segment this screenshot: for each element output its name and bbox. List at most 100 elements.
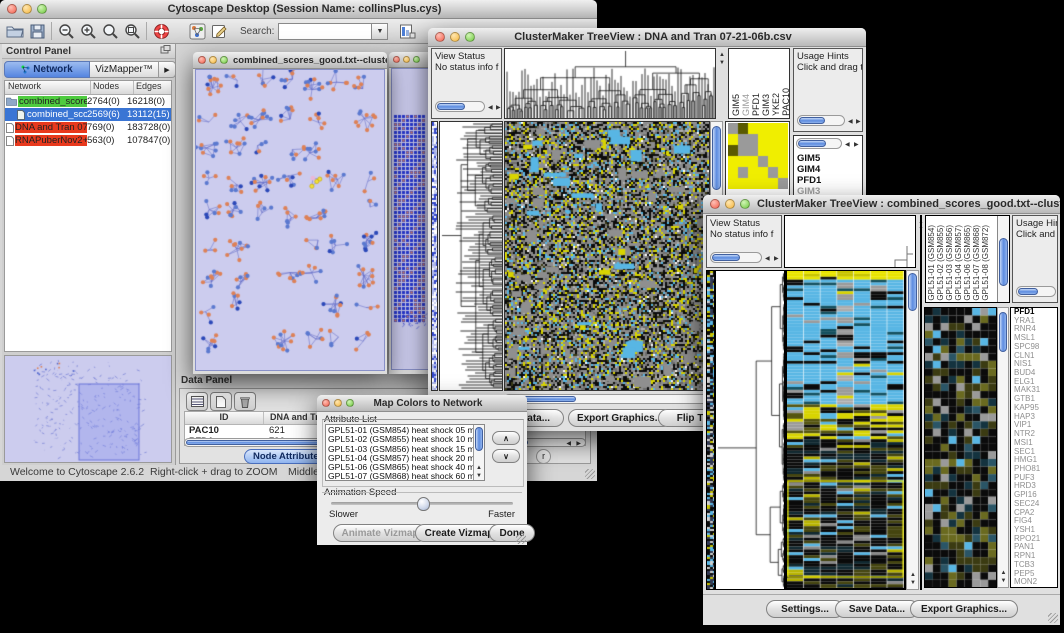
tv1-gene-scrollbar[interactable] bbox=[796, 138, 842, 149]
col-label[interactable]: GPL51-06 (GSM865) bbox=[963, 225, 972, 301]
tv1-summary-matrix[interactable] bbox=[728, 123, 788, 189]
minimize-icon[interactable] bbox=[725, 199, 735, 209]
col-label[interactable]: GIM5 bbox=[731, 94, 741, 116]
close-icon[interactable] bbox=[198, 56, 206, 64]
col-label[interactable]: GPL51-01 (GSM854) bbox=[927, 225, 936, 301]
annotation-icon[interactable] bbox=[208, 21, 230, 41]
col-label[interactable]: GPL51-08 (GSM872) bbox=[981, 225, 990, 301]
tv2-labels-vscrollbar[interactable] bbox=[997, 216, 1009, 302]
move-up-button[interactable]: ∧ bbox=[492, 431, 520, 445]
zoom-window-icon[interactable] bbox=[220, 56, 228, 64]
dialog-titlebar[interactable]: Map Colors to Network bbox=[317, 395, 527, 412]
zoom-window-icon[interactable] bbox=[465, 32, 475, 42]
delete-attribute-icon[interactable] bbox=[234, 392, 256, 411]
col-label[interactable]: GPL51-04 (GSM857) bbox=[954, 225, 963, 301]
attribute-browser-icon[interactable] bbox=[396, 21, 418, 41]
animate-vizmap-button[interactable]: Animate Vizmap bbox=[333, 524, 427, 542]
scroll-left-icon[interactable]: ◀ bbox=[488, 105, 493, 111]
tv1-row-dendrogram[interactable] bbox=[439, 121, 503, 391]
tv2-global-strip[interactable] bbox=[706, 270, 715, 590]
tv1-status-scrollbar[interactable] bbox=[435, 101, 485, 112]
tv1-heatmap[interactable] bbox=[504, 121, 710, 391]
data-col-id[interactable]: ID bbox=[185, 412, 264, 424]
scrollbar-thumb[interactable] bbox=[475, 427, 483, 451]
float-panel-icon[interactable] bbox=[160, 42, 171, 60]
scrollbar-thumb[interactable] bbox=[798, 140, 826, 147]
scrollbar-thumb[interactable] bbox=[712, 254, 740, 261]
scrollbar-thumb[interactable] bbox=[999, 238, 1008, 286]
network-tools-icon[interactable] bbox=[186, 21, 208, 41]
zoom-in-icon[interactable] bbox=[77, 21, 99, 41]
scroll-right-icon[interactable]: ▶ bbox=[576, 441, 581, 447]
table-mode-icon[interactable] bbox=[186, 392, 208, 411]
scroll-down-icon[interactable]: ▼ bbox=[910, 580, 916, 586]
network-window-titlebar[interactable]: combined_scores_good.txt--cluste... bbox=[193, 52, 387, 69]
tv2-save-data-button[interactable]: Save Data... bbox=[835, 600, 919, 618]
scroll-right-icon[interactable]: ▶ bbox=[496, 105, 501, 111]
minimize-icon[interactable] bbox=[403, 56, 410, 63]
network-row-selected[interactable]: combined_sco 2569(6) 13112(15) bbox=[5, 108, 171, 121]
tab-vizmapper[interactable]: VizMapper™ bbox=[90, 61, 159, 78]
zoom-window-icon[interactable] bbox=[37, 4, 47, 14]
zoom-window-icon[interactable] bbox=[413, 56, 420, 63]
scroll-down-icon[interactable]: ▼ bbox=[1001, 578, 1007, 584]
tv2-usage-scrollbar[interactable] bbox=[1016, 286, 1056, 297]
tv1-hscrollbar[interactable] bbox=[504, 394, 710, 404]
tv2-zoom-heatmap[interactable] bbox=[924, 307, 997, 588]
attribute-item[interactable]: GPL51-07 (GSM868) heat shock 60 min bbox=[328, 472, 484, 481]
scroll-down-icon[interactable]: ▼ bbox=[719, 60, 725, 66]
search-input[interactable] bbox=[278, 23, 372, 40]
tab-network[interactable]: Network bbox=[4, 61, 90, 78]
close-icon[interactable] bbox=[7, 4, 17, 14]
grid-network-canvas[interactable] bbox=[392, 69, 432, 369]
main-titlebar[interactable]: Cytoscape Desktop (Session Name: collins… bbox=[0, 0, 597, 19]
col-header-nodes[interactable]: Nodes bbox=[91, 81, 134, 94]
tv2-vscrollbar[interactable]: ▲ ▼ bbox=[906, 270, 919, 590]
open-folder-icon[interactable] bbox=[4, 21, 26, 41]
col-label[interactable]: GPL51-07 (GSM868) bbox=[972, 225, 981, 301]
scroll-right-icon[interactable]: ▶ bbox=[774, 256, 779, 262]
col-label[interactable]: PFD1 bbox=[751, 93, 761, 116]
treeview2-titlebar[interactable]: ClusterMaker TreeView : combined_scores_… bbox=[703, 195, 1060, 214]
close-icon[interactable] bbox=[710, 199, 720, 209]
scrollbar-thumb[interactable] bbox=[1018, 288, 1038, 295]
gene-label[interactable]: GIM4 bbox=[797, 164, 827, 175]
tv2-status-scrollbar[interactable] bbox=[710, 252, 762, 263]
scroll-left-icon[interactable]: ◀ bbox=[848, 119, 853, 125]
scroll-down-icon[interactable]: ▼ bbox=[476, 473, 482, 479]
tv1-usage-scrollbar[interactable] bbox=[797, 115, 845, 126]
scroll-left-icon[interactable]: ◀ bbox=[845, 142, 850, 148]
close-icon[interactable] bbox=[435, 32, 445, 42]
col-label[interactable]: YKE2 bbox=[771, 93, 781, 116]
tv1-global-strip[interactable] bbox=[431, 121, 438, 391]
tv1-column-dendrogram[interactable] bbox=[504, 48, 716, 119]
col-header-edges[interactable]: Edges bbox=[134, 81, 171, 94]
network-row[interactable]: combined_scores 2764(0) 16218(0) bbox=[5, 95, 171, 108]
zoom-selected-icon[interactable] bbox=[121, 21, 143, 41]
zoom-window-icon[interactable] bbox=[346, 399, 354, 407]
new-attribute-icon[interactable] bbox=[210, 392, 232, 411]
tab-overflow-button[interactable]: ▶ bbox=[159, 61, 176, 78]
tv1-export-graphics-button[interactable]: Export Graphics... bbox=[568, 409, 672, 427]
save-icon[interactable] bbox=[26, 21, 48, 41]
scrollbar-thumb[interactable] bbox=[437, 103, 465, 110]
scroll-up-icon[interactable]: ▲ bbox=[476, 465, 482, 471]
zoom-out-icon[interactable] bbox=[55, 21, 77, 41]
resize-grip[interactable] bbox=[516, 534, 526, 544]
scrollbar-thumb[interactable] bbox=[712, 126, 721, 190]
col-label[interactable]: GPL51-02 (GSM855) bbox=[936, 225, 945, 301]
tv2-export-graphics-button[interactable]: Export Graphics... bbox=[910, 600, 1018, 618]
col-label[interactable]: GPL51-03 (GSM856) bbox=[945, 225, 954, 301]
gene-label[interactable]: GIM5 bbox=[797, 153, 827, 164]
resize-grip[interactable] bbox=[585, 469, 595, 479]
scroll-right-icon[interactable]: ▶ bbox=[856, 119, 861, 125]
attribute-list-vscrollbar[interactable]: ▲ ▼ bbox=[473, 425, 484, 480]
col-label[interactable]: GIM3 bbox=[761, 94, 771, 116]
zoom-window-icon[interactable] bbox=[740, 199, 750, 209]
minimize-icon[interactable] bbox=[22, 4, 32, 14]
resize-grip[interactable] bbox=[1048, 613, 1058, 623]
tv2-row-dendrogram[interactable] bbox=[715, 270, 785, 590]
move-down-button[interactable]: ∨ bbox=[492, 449, 520, 463]
network-overview[interactable] bbox=[4, 355, 172, 463]
scrollbar-thumb[interactable] bbox=[999, 312, 1007, 352]
